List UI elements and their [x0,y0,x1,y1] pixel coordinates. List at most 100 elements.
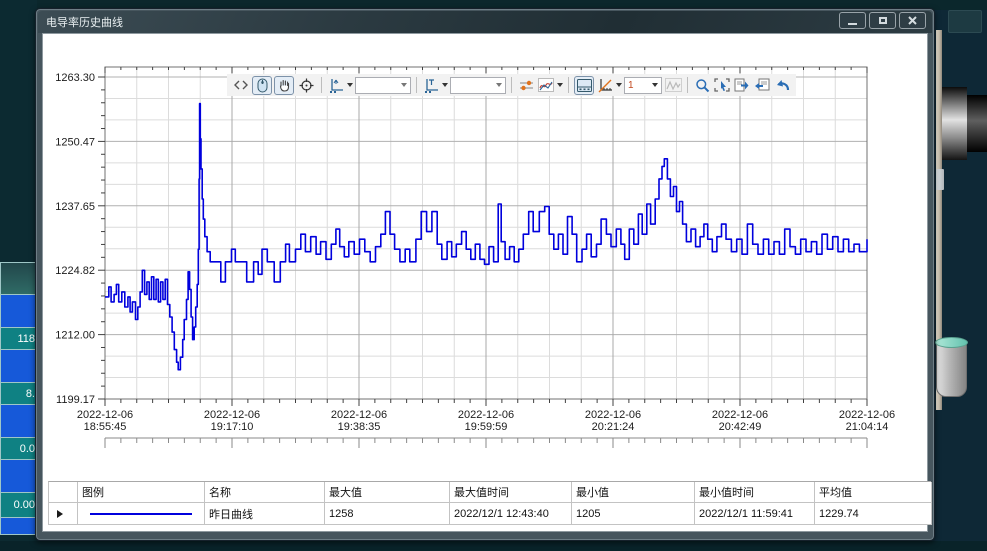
background-bottom-strip [0,541,987,551]
y-axis-combo[interactable] [355,77,411,94]
max-time-cell: 2022/12/1 12:43:40 [450,503,572,525]
col-header-name: 名称 [205,482,325,503]
maximize-button[interactable] [869,12,896,29]
export-icon[interactable] [733,76,751,94]
zoom-icon[interactable] [693,76,711,94]
svg-text:2022-12-06: 2022-12-06 [331,409,387,421]
min-time-cell: 2022/12/1 11:59:41 [695,503,815,525]
scada-value-cell: 118 [0,328,37,350]
scada-value-cell: 8. [0,383,37,405]
combo-caret-icon [496,83,502,87]
scada-cell-blue [0,460,37,493]
curve-stats-table: 图例 名称 最大值 最大值时间 最小值 最小值时间 平均值 昨日曲线 1258 … [48,481,931,525]
svg-text:19:17:10: 19:17:10 [211,421,254,433]
svg-text:1224.82: 1224.82 [55,265,95,277]
svg-text:2022-12-06: 2022-12-06 [839,409,895,421]
svg-text:19:59:59: 19:59:59 [465,421,508,433]
select-region-icon[interactable] [713,76,731,94]
pen-width-combo[interactable]: 1 [624,77,662,94]
toolbar-separator [416,77,417,93]
scada-cell-blue [0,405,37,438]
report-icon[interactable] [753,76,771,94]
scada-value: 0.0 [20,443,35,455]
scada-value-cell: 0.0 [0,438,37,460]
svg-text:2022-12-06: 2022-12-06 [458,409,514,421]
svg-text:1237.65: 1237.65 [55,201,95,213]
tank-top-graphic [935,337,968,348]
crosshair-icon [299,78,314,93]
y-axis-scale-icon[interactable] [327,76,345,94]
minimize-button[interactable] [839,12,866,29]
axis-setup-icon[interactable] [596,76,614,94]
wave-disabled-icon [664,76,682,94]
chart-toolbar: 1 [227,74,796,96]
background-panel [948,10,982,33]
row-marker-cell[interactable] [49,503,78,525]
svg-text:20:42:49: 20:42:49 [719,421,762,433]
scada-cell-header [0,262,37,295]
chart-panel: 1263.301250.471237.651224.821212.001199.… [42,33,928,532]
max-cell: 1258 [325,503,450,525]
combo-caret-icon [652,83,658,87]
row-marker-header [49,482,78,503]
pan-mode-button[interactable] [274,76,294,95]
svg-text:19:38:35: 19:38:35 [338,421,381,433]
scada-cell-blue [0,518,37,535]
pen-width-value: 1 [628,80,634,91]
scada-value: 0.00 [14,499,35,511]
time-axis-combo[interactable] [450,77,506,94]
min-cell: 1205 [572,503,695,525]
legend-line-swatch [90,513,192,515]
undo-icon[interactable] [773,76,791,94]
curve-style-icon[interactable] [537,76,555,94]
data-grid-toggle-button[interactable] [574,76,594,95]
svg-text:1199.17: 1199.17 [56,394,95,406]
scada-screen: 118 8. 0.0 0.00 电导率历史曲线 1263.301250.4712… [0,0,987,551]
name-cell[interactable]: 昨日曲线 [205,503,325,525]
time-axis-caret[interactable] [442,83,448,87]
tank-graphic [936,342,967,397]
svg-text:21:04:14: 21:04:14 [846,421,889,433]
scroll-horizontal-icon[interactable] [232,76,250,94]
scada-cell-blue [0,350,37,383]
svg-text:18:55:45: 18:55:45 [84,421,127,433]
window-title: 电导率历史曲线 [38,14,123,30]
col-header-legend: 图例 [78,482,205,503]
axis-setup-caret[interactable] [616,83,622,87]
crosshair-button[interactable] [296,76,316,95]
legend-cell[interactable] [78,503,205,525]
col-header-max: 最大值 [325,482,450,503]
toolbar-separator [568,77,569,93]
close-button[interactable] [899,12,926,29]
pipe-graphic-dark [967,95,987,152]
svg-text:2022-12-06: 2022-12-06 [585,409,641,421]
minimize-icon [848,23,857,25]
svg-text:2022-12-06: 2022-12-06 [77,409,133,421]
close-icon [908,16,917,25]
scada-value: 118 [17,333,35,345]
trend-chart[interactable]: 1263.301250.471237.651224.821212.001199.… [43,34,931,474]
toolbar-separator [511,77,512,93]
data-grid-icon [577,79,592,92]
maximize-icon [879,17,887,24]
svg-text:1263.30: 1263.30 [55,72,95,84]
toolbar-separator [321,77,322,93]
col-header-max-time: 最大值时间 [450,482,572,503]
mouse-mode-button[interactable] [252,76,272,95]
svg-text:20:21:24: 20:21:24 [592,421,635,433]
avg-cell: 1229.74 [815,503,932,525]
tune-icon[interactable] [517,76,535,94]
mouse-icon [257,78,268,93]
hand-icon [278,78,291,92]
y-axis-scale-caret[interactable] [347,83,353,87]
curve-style-caret[interactable] [557,83,563,87]
scada-cell-blue [0,295,37,328]
combo-caret-icon [401,83,407,87]
row-marker-icon [57,510,63,518]
col-header-avg: 平均值 [815,482,932,503]
time-axis-scale-icon[interactable] [422,76,440,94]
scada-value-cell: 0.00 [0,493,37,518]
toolbar-separator [687,77,688,93]
pipe-graphic [942,87,967,160]
title-bar[interactable]: 电导率历史曲线 [38,11,932,33]
